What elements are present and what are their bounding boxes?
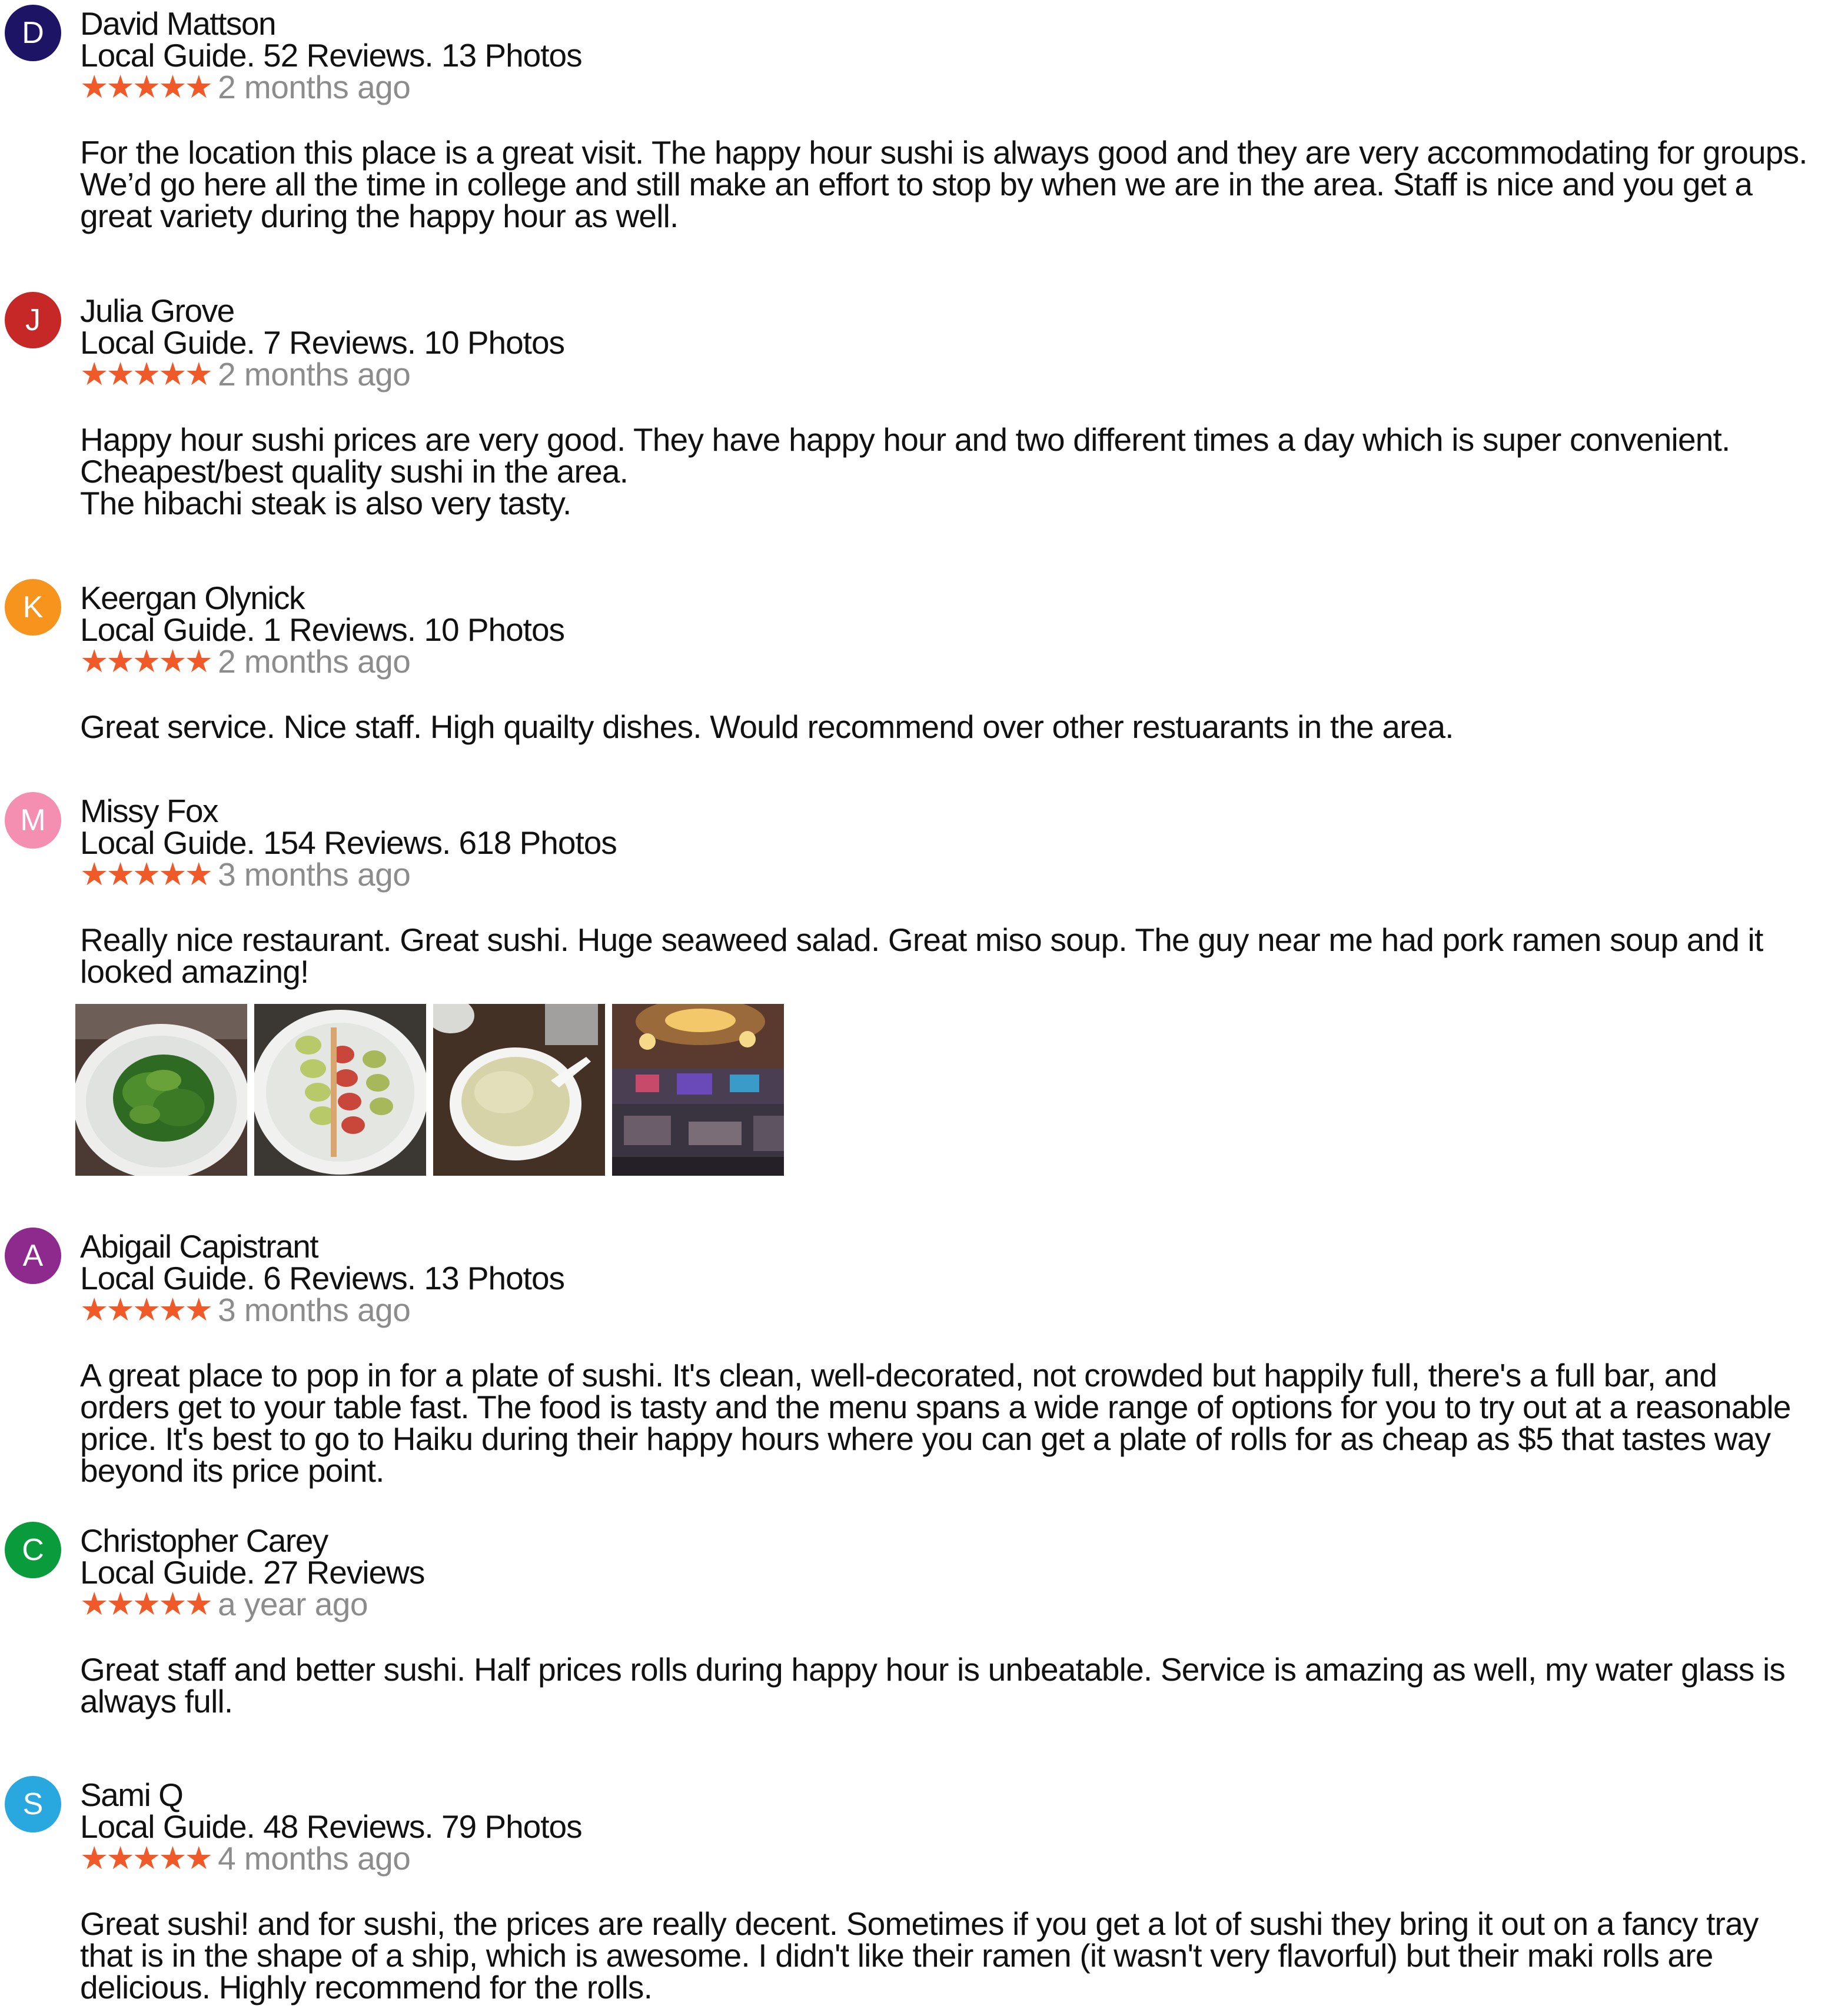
review-text: Great staff and better sushi. Half price… xyxy=(80,1651,1786,1719)
reviewer-name[interactable]: Missy Fox xyxy=(80,793,219,829)
reviewer-name[interactable]: Julia Grove xyxy=(80,293,235,328)
reviewer-name[interactable]: David Mattson xyxy=(80,6,277,41)
review-text: A great place to pop in for a plate of s… xyxy=(80,1357,1791,1489)
star-rating: ★★★★★ xyxy=(80,857,213,892)
review-text: Great service. Nice staff. High quailty … xyxy=(80,709,1454,745)
reviewer-stats: Local Guide. 48 Reviews. 79 Photos xyxy=(80,1808,583,1845)
seaweed-salad-photo xyxy=(75,1004,247,1176)
rating-row: ★★★★★ 2 months ago xyxy=(80,643,411,680)
review-text: Great sushi! and for sushi, the prices a… xyxy=(80,1905,1759,2005)
rating-row: ★★★★★ a year ago xyxy=(80,1586,368,1622)
rating-row: ★★★★★ 4 months ago xyxy=(80,1840,411,1877)
review-text: For the location this place is a great v… xyxy=(80,134,1808,234)
review-time: a year ago xyxy=(218,1586,368,1622)
reviewer-name[interactable]: Christopher Carey xyxy=(80,1523,328,1558)
avatar[interactable]: D xyxy=(5,5,61,61)
miso-soup-photo xyxy=(433,1004,605,1176)
star-rating: ★★★★★ xyxy=(80,69,213,105)
avatar[interactable]: S xyxy=(5,1776,61,1832)
reviewer-stats: Local Guide. 7 Reviews. 10 Photos xyxy=(80,324,565,361)
review-time: 3 months ago xyxy=(218,856,411,893)
rating-row: ★★★★★ 3 months ago xyxy=(80,1292,411,1328)
star-rating: ★★★★★ xyxy=(80,357,213,392)
photo-seaweed-salad[interactable] xyxy=(75,1004,247,1176)
rating-row: ★★★★★ 3 months ago xyxy=(80,856,411,893)
reviewer-stats: Local Guide. 52 Reviews. 13 Photos xyxy=(80,37,583,74)
star-rating: ★★★★★ xyxy=(80,1586,213,1622)
star-rating: ★★★★★ xyxy=(80,644,213,679)
review-time: 3 months ago xyxy=(218,1292,411,1328)
photo-restaurant-interior[interactable] xyxy=(612,1004,784,1176)
review-time: 4 months ago xyxy=(218,1840,411,1877)
avatar[interactable]: K xyxy=(5,579,61,636)
avatar[interactable]: J xyxy=(5,292,61,348)
review-time: 2 months ago xyxy=(218,643,411,680)
sushi-rolls-photo xyxy=(254,1004,426,1176)
avatar[interactable]: C xyxy=(5,1522,61,1578)
reviewer-stats: Local Guide. 154 Reviews. 618 Photos xyxy=(80,824,617,861)
avatar[interactable]: M xyxy=(5,792,61,849)
reviewer-stats: Local Guide. 27 Reviews xyxy=(80,1554,425,1591)
reviewer-name[interactable]: Keergan Olynick xyxy=(80,580,305,616)
reviewer-stats: Local Guide. 1 Reviews. 10 Photos xyxy=(80,611,565,648)
star-rating: ★★★★★ xyxy=(80,1292,213,1328)
review-time: 2 months ago xyxy=(218,356,411,393)
photo-miso-soup[interactable] xyxy=(433,1004,605,1176)
reviewer-name[interactable]: Abigail Capistrant xyxy=(80,1229,319,1264)
rating-row: ★★★★★ 2 months ago xyxy=(80,356,411,393)
star-rating: ★★★★★ xyxy=(80,1841,213,1876)
reviewer-name[interactable]: Sami Q xyxy=(80,1777,184,1812)
avatar[interactable]: A xyxy=(5,1228,61,1284)
rating-row: ★★★★★ 2 months ago xyxy=(80,69,411,105)
restaurant-interior-photo xyxy=(612,1004,784,1176)
reviewer-stats: Local Guide. 6 Reviews. 13 Photos xyxy=(80,1260,565,1296)
review-text: Really nice restaurant. Great sushi. Hug… xyxy=(80,922,1763,990)
photo-sushi-rolls[interactable] xyxy=(254,1004,426,1176)
review-time: 2 months ago xyxy=(218,69,411,105)
review-text: Happy hour sushi prices are very good. T… xyxy=(80,421,1730,521)
